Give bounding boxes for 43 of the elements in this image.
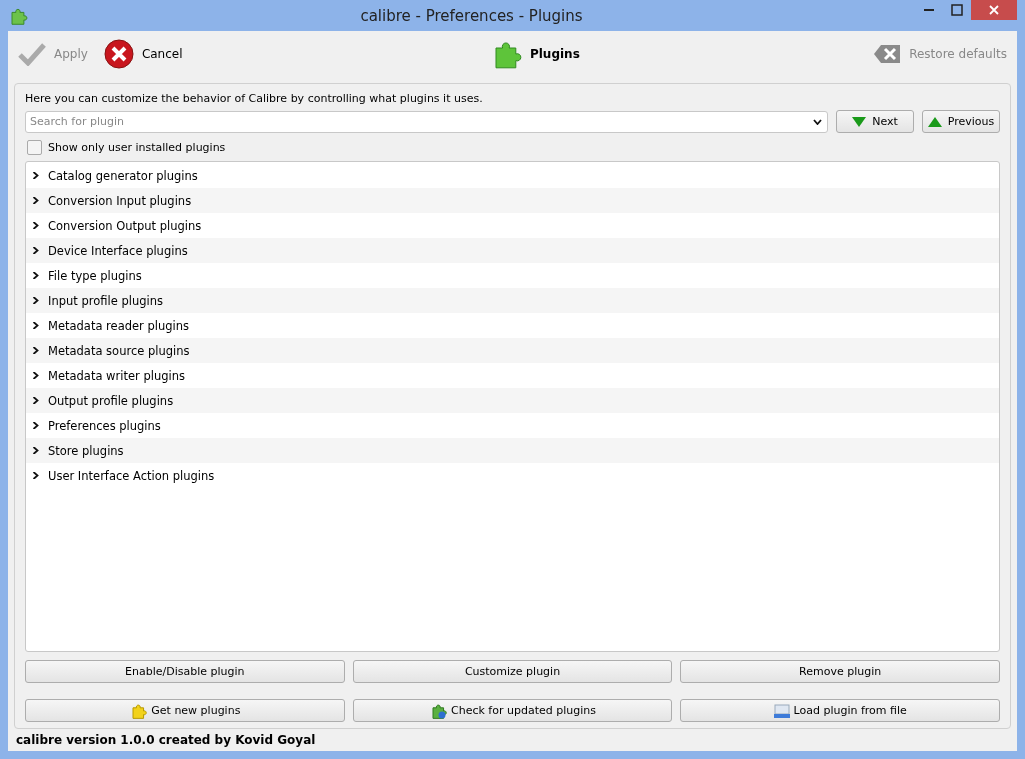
- section-title: Plugins: [529, 47, 580, 61]
- down-triangle-icon: [852, 116, 867, 127]
- cancel-button[interactable]: Cancel: [103, 39, 183, 69]
- plugin-action-button[interactable]: Load plugin from file: [680, 699, 1000, 722]
- next-button[interactable]: Next: [836, 110, 914, 133]
- tree-item[interactable]: Output profile plugins: [48, 393, 174, 408]
- app-puzzle-icon: [8, 6, 28, 25]
- status-text: calibre version 1.0.0 created by Kovid Goyal: [15, 732, 317, 749]
- previous-button[interactable]: Previous: [922, 110, 1000, 133]
- maximize-icon: [951, 4, 963, 16]
- plugin-action-button[interactable]: Remove plugin: [680, 660, 1000, 683]
- up-triangle-icon: [927, 116, 942, 127]
- plugin-action-button[interactable]: Customize plugin: [352, 660, 673, 683]
- plugin-action-button[interactable]: Check for updated plugins: [352, 699, 673, 722]
- tree-item[interactable]: Preferences plugins: [48, 418, 161, 433]
- close-icon: [989, 5, 999, 15]
- cancel-icon: [103, 39, 134, 69]
- tree-item[interactable]: Device Interface plugins: [48, 243, 188, 258]
- backspace-icon: [873, 44, 902, 64]
- dropdown-caret-icon: [813, 118, 822, 125]
- checkbox[interactable]: [27, 140, 42, 155]
- tree-item[interactable]: File type plugins: [48, 268, 142, 283]
- checkmark-icon: [18, 42, 46, 66]
- tree-item[interactable]: Conversion Output plugins: [48, 218, 202, 233]
- plugin-action-button[interactable]: Enable/Disable plugin: [25, 660, 345, 683]
- search-field[interactable]: Search for plugin: [25, 110, 828, 133]
- tree-item[interactable]: Store plugins: [48, 443, 124, 458]
- plugin-action-button[interactable]: Get new plugins: [25, 699, 345, 722]
- drive-icon: [773, 703, 790, 718]
- puzzle-piece-icon: [429, 702, 448, 719]
- checkbox-label[interactable]: Show only user installed plugins: [48, 141, 226, 154]
- window-title: calibre - Preferences - Plugins: [359, 6, 584, 25]
- tree-item[interactable]: User Interface Action plugins: [48, 468, 215, 483]
- tree-item[interactable]: Conversion Input plugins: [48, 193, 192, 208]
- tree-item[interactable]: Metadata reader plugins: [48, 318, 190, 333]
- tree-item[interactable]: Catalog generator plugins: [48, 168, 198, 183]
- description-text: Here you can customize the behavior of Calibre by controlling what plugins it uses.: [25, 92, 484, 105]
- close-button[interactable]: [971, 0, 1017, 20]
- puzzle-piece-icon: [129, 702, 148, 719]
- tree-item[interactable]: Metadata source plugins: [48, 343, 190, 358]
- minimize-icon: [924, 9, 934, 11]
- tree-item[interactable]: Metadata writer plugins: [48, 368, 185, 383]
- tree-item[interactable]: Input profile plugins: [48, 293, 163, 308]
